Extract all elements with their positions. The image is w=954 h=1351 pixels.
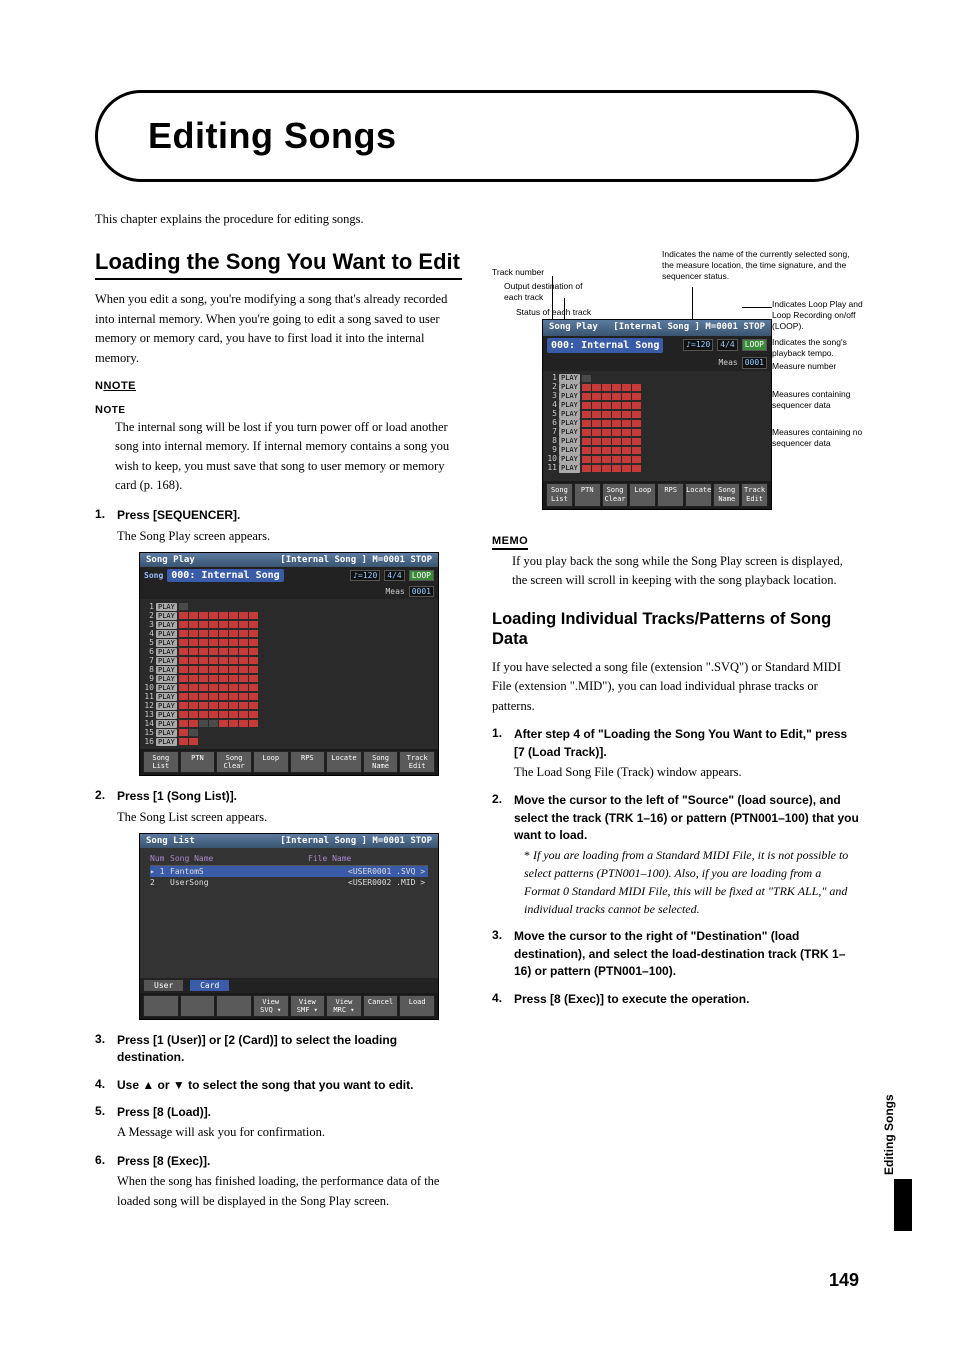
- rstep-2-note: If you are loading from a Standard MIDI …: [524, 846, 859, 918]
- ss2-softkeys: View SVQ ▾ View SMF ▾ View MRC ▾ Cancel …: [140, 993, 438, 1019]
- diag-label-status: Status of each track: [516, 307, 626, 318]
- left-steps: Press [SEQUENCER]. The Song Play screen …: [95, 507, 462, 1211]
- rstep-1-head: After step 4 of "Loading the Song You Wa…: [514, 726, 859, 761]
- ss1-timesig: 4/4: [384, 570, 404, 581]
- note-label: NNOTE: [95, 380, 462, 392]
- ss2-row1-name: FantomS: [170, 867, 348, 876]
- ss1-btn-5: RPS: [290, 751, 326, 773]
- ss1-btn-7: Song Name: [363, 751, 399, 773]
- chapter-intro: This chapter explains the procedure for …: [95, 212, 859, 227]
- ss1-song-number: 000: Internal Song: [167, 569, 283, 582]
- ss1-btn-1: Song List: [143, 751, 179, 773]
- ss2-col-num: Num: [150, 854, 170, 863]
- labeled-diagram: Track number Output destination of each …: [492, 249, 872, 509]
- diag-label-output-dest: Output destination of each track: [504, 281, 594, 303]
- rstep-4: Press [8 (Exec)] to execute the operatio…: [492, 991, 859, 1008]
- ss2-title-right: [Internal Song ] M=0001 STOP: [280, 836, 432, 846]
- page-number: 149: [829, 1270, 859, 1291]
- ss2-col-name: Song Name: [170, 854, 308, 863]
- right-steps: After step 4 of "Loading the Song You Wa…: [492, 726, 859, 1008]
- ss2-btn-8: Load: [399, 995, 435, 1017]
- screenshot-song-list: Song List [Internal Song ] M=0001 STOP N…: [139, 833, 439, 1020]
- ss1-song-prefix: Song: [144, 571, 163, 580]
- rstep-4-head: Press [8 (Exec)] to execute the operatio…: [514, 991, 859, 1008]
- step-1-head: Press [SEQUENCER].: [117, 507, 462, 524]
- ss2-row1-num: ▸ 1: [150, 867, 170, 876]
- ss2-btn-1: [143, 995, 179, 1017]
- ss1-btn-6: Locate: [326, 751, 362, 773]
- ss2-btn-6: View MRC ▾: [326, 995, 362, 1017]
- memo-body: If you play back the song while the Song…: [512, 552, 859, 591]
- ss2-row2-file: <USER0002 .MID >: [348, 878, 428, 887]
- ss2-title-left: Song List: [146, 836, 195, 846]
- ss1-btn-8: Track Edit: [399, 751, 435, 773]
- ss1-btn-4: Loop: [253, 751, 289, 773]
- rstep-2-head: Move the cursor to the left of "Source" …: [514, 792, 859, 844]
- chapter-title: Editing Songs: [148, 115, 806, 157]
- thumb-index-label: Editing Songs: [882, 1094, 896, 1175]
- ss1-btn-2: PTN: [180, 751, 216, 773]
- step-4: Use ▲ or ▼ to select the song that you w…: [95, 1077, 462, 1094]
- ss1-tempo: ♪=120: [350, 570, 380, 581]
- ss1-title-right: [Internal Song ] M=0001 STOP: [280, 555, 432, 565]
- note-text-heading: NOTE: [95, 404, 126, 416]
- ss1-meas-value: 0001: [409, 586, 434, 597]
- rstep-3-head: Move the cursor to the right of "Destina…: [514, 928, 859, 980]
- step-2-head: Press [1 (Song List)].: [117, 788, 462, 805]
- ss2-col-file: File Name: [308, 854, 388, 863]
- memo-label: MEMO: [492, 535, 528, 550]
- ss1-meas-label: Meas: [385, 587, 404, 596]
- thumb-index-marker: [894, 1179, 912, 1231]
- step-6: Press [8 (Exec)]. When the song has fini…: [95, 1153, 462, 1211]
- right-column: Track number Output destination of each …: [492, 249, 859, 1221]
- step-5-body: A Message will ask you for confirmation.: [117, 1123, 462, 1142]
- step-1: Press [SEQUENCER]. The Song Play screen …: [95, 507, 462, 776]
- step-4-head: Use ▲ or ▼ to select the song that you w…: [117, 1077, 462, 1094]
- thumb-index: Editing Songs: [894, 1101, 912, 1231]
- note-body: The internal song will be lost if you tu…: [115, 418, 462, 496]
- note-heading: NOTE: [95, 404, 462, 416]
- ss1-track-grid: 1PLAY 2PLAY 3PLAY 4PLAY 5PLAY 6PLAY 7PLA…: [140, 599, 438, 749]
- step-5: Press [8 (Load)]. A Message will ask you…: [95, 1104, 462, 1143]
- diag-label-indicates-name: Indicates the name of the currently sele…: [662, 249, 852, 282]
- left-column: Loading the Song You Want to Edit When y…: [95, 249, 462, 1221]
- ss2-btn-5: View SMF ▾: [290, 995, 326, 1017]
- section-heading-load-song: Loading the Song You Want to Edit: [95, 249, 462, 280]
- chapter-header: Editing Songs: [95, 90, 859, 182]
- ss1-btn-3: Song Clear: [216, 751, 252, 773]
- ss2-row1-file: <USER0001 .SVQ >: [348, 867, 428, 876]
- rstep-2: Move the cursor to the left of "Source" …: [492, 792, 859, 918]
- ss2-tab-user: User: [144, 980, 183, 991]
- ss1-title-left: Song Play: [146, 555, 195, 565]
- ss1-loop-badge: LOOP: [409, 570, 434, 581]
- screenshot-song-play: Song Play [Internal Song ] M=0001 STOP S…: [139, 552, 439, 776]
- ss2-btn-7: Cancel: [363, 995, 399, 1017]
- step-2-body: The Song List screen appears.: [117, 808, 462, 827]
- step-5-head: Press [8 (Load)].: [117, 1104, 462, 1121]
- diag-label-track-number: Track number: [492, 267, 544, 278]
- ss2-btn-2: [180, 995, 216, 1017]
- step-3-head: Press [1 (User)] or [2 (Card)] to select…: [117, 1032, 462, 1067]
- step-3: Press [1 (User)] or [2 (Card)] to select…: [95, 1032, 462, 1067]
- subsection-heading: Loading Individual Tracks/Patterns of So…: [492, 609, 859, 650]
- ss1-softkeys: Song List PTN Song Clear Loop RPS Locate…: [140, 749, 438, 775]
- step-2: Press [1 (Song List)]. The Song List scr…: [95, 788, 462, 1020]
- ss2-btn-4: View SVQ ▾: [253, 995, 289, 1017]
- ss2-tab-card: Card: [190, 980, 229, 991]
- step-6-head: Press [8 (Exec)].: [117, 1153, 462, 1170]
- ss2-row2-name: UserSong: [170, 878, 348, 887]
- step-1-body: The Song Play screen appears.: [117, 527, 462, 546]
- ss2-row2-num: 2: [150, 878, 170, 887]
- rstep-1: After step 4 of "Loading the Song You Wa…: [492, 726, 859, 782]
- rstep-1-body: The Load Song File (Track) window appear…: [514, 763, 859, 782]
- section-intro: When you edit a song, you're modifying a…: [95, 290, 462, 368]
- rstep-3: Move the cursor to the right of "Destina…: [492, 928, 859, 980]
- ss2-btn-3: [216, 995, 252, 1017]
- step-6-body: When the song has finished loading, the …: [117, 1172, 462, 1211]
- subsection-intro: If you have selected a song file (extens…: [492, 658, 859, 716]
